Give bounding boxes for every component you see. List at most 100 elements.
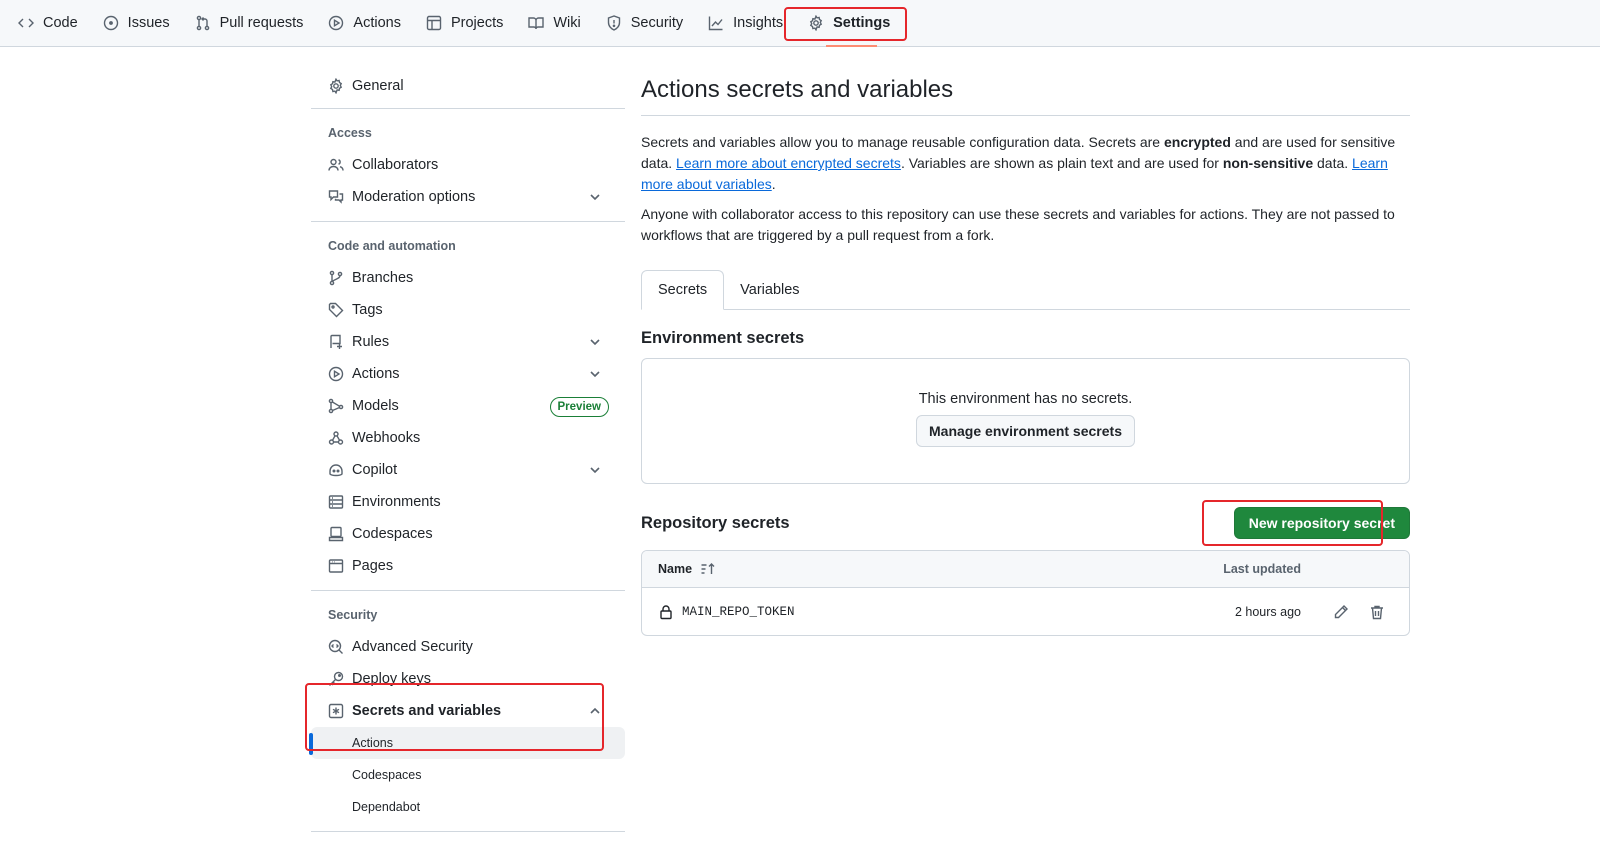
desc-text: . Variables are shown as plain text and … <box>900 155 1223 171</box>
settings-sidebar: General Access Collaborators Moderation … <box>309 68 625 832</box>
sidebar-divider <box>311 831 625 832</box>
tab-code[interactable]: Code <box>14 0 89 47</box>
chevron-down-icon <box>590 467 600 474</box>
sidebar-item-branches[interactable]: Branches <box>311 262 625 294</box>
table-icon <box>426 15 442 31</box>
tag-icon <box>328 302 344 318</box>
sidebar-item-label: Actions <box>352 366 400 382</box>
secret-name-cell: MAIN_REPO_TOKEN <box>658 604 795 620</box>
learn-more-encrypted-secrets-link[interactable]: Learn more about encrypted secrets <box>676 155 901 171</box>
tab-projects[interactable]: Projects <box>422 0 514 47</box>
sidebar-item-general[interactable]: General <box>311 68 625 104</box>
webhook-icon <box>328 431 344 445</box>
tab-actions-label: Actions <box>353 15 401 31</box>
column-name-header[interactable]: Name <box>658 561 716 577</box>
sidebar-item-environments[interactable]: Environments <box>311 486 625 518</box>
tab-actions[interactable]: Actions <box>324 0 412 47</box>
manage-environment-secrets-button[interactable]: Manage environment secrets <box>916 415 1135 447</box>
tab-insights[interactable]: Insights <box>704 0 794 47</box>
sidebar-item-webhooks[interactable]: Webhooks <box>311 422 625 454</box>
sidebar-item-label: Copilot <box>352 462 398 478</box>
no-secrets-message: This environment has no secrets. <box>918 391 1133 407</box>
key-icon <box>329 671 344 686</box>
new-repository-secret-button[interactable]: New repository secret <box>1233 507 1410 539</box>
sort-asc-icon <box>701 563 715 574</box>
sidebar-item-label: Advanced Security <box>352 639 473 655</box>
sidebar-item-label: General <box>352 78 404 94</box>
secret-name: MAIN_REPO_TOKEN <box>682 604 795 619</box>
sidebar-subitem-codespaces[interactable]: Codespaces <box>311 759 625 791</box>
sidebar-heading-security: Security <box>328 608 378 622</box>
tab-variables[interactable]: Variables <box>724 270 815 309</box>
sidebar-heading-access: Access <box>328 126 372 140</box>
sidebar-item-collaborators[interactable]: Collaborators <box>311 149 625 181</box>
column-updated-header: Last updated <box>1223 562 1301 576</box>
tab-pull-requests-label: Pull requests <box>219 15 304 31</box>
sidebar-item-label: Moderation options <box>352 189 476 205</box>
sidebar-item-actions[interactable]: Actions <box>311 358 625 390</box>
sidebar-item-moderation-options[interactable]: Moderation options <box>311 181 625 213</box>
page-description: Secrets and variables allow you to manag… <box>641 132 1410 195</box>
desc-bold-non-sensitive: non-sensitive <box>1222 155 1314 171</box>
repository-secrets-table: Name Last updated MAIN_REPO_TOKEN 2 hour… <box>641 550 1410 636</box>
tab-projects-label: Projects <box>450 15 504 31</box>
sidebar-subitem-label: Actions <box>352 736 393 750</box>
sidebar-divider <box>311 221 625 222</box>
sidebar-item-advanced-security[interactable]: Advanced Security <box>311 631 625 663</box>
collaborator-note: Anyone with collaborator access to this … <box>641 206 1395 243</box>
main-content: Actions secrets and variables Secrets an… <box>641 68 1410 636</box>
sidebar-item-label: Environments <box>352 494 441 510</box>
tab-issues-label: Issues <box>127 15 170 31</box>
chevron-up-icon <box>590 707 600 714</box>
lock-icon <box>660 604 672 619</box>
page-title: Actions secrets and variables <box>641 68 1410 116</box>
edit-secret-button[interactable] <box>1333 604 1349 620</box>
sidebar-item-secrets-and-variables[interactable]: Secrets and variables <box>311 695 625 727</box>
environment-secrets-heading: Environment secrets <box>641 329 805 347</box>
tab-secrets[interactable]: Secrets <box>641 270 725 310</box>
sidebar-subitem-label: Dependabot <box>352 800 421 814</box>
preview-badge: Preview <box>549 397 609 417</box>
table-row: MAIN_REPO_TOKEN 2 hours ago <box>642 588 1409 635</box>
copilot-icon <box>329 464 343 477</box>
sidebar-item-label: Rules <box>352 334 390 350</box>
git-branch-icon <box>329 270 343 286</box>
sidebar-item-label: Codespaces <box>352 526 433 542</box>
secret-updated: 2 hours ago <box>1234 604 1301 619</box>
gear-icon <box>810 15 823 31</box>
tab-wiki-label: Wiki <box>553 15 581 31</box>
tab-pull-requests[interactable]: Pull requests <box>191 0 315 47</box>
chevron-down-icon <box>590 371 600 378</box>
sidebar-item-rules[interactable]: Rules <box>311 326 625 358</box>
sidebar-item-label: Deploy keys <box>352 671 431 687</box>
desc-bold-encrypted: encrypted <box>1163 134 1231 150</box>
tab-settings[interactable]: Settings <box>804 0 901 47</box>
pencil-icon <box>1334 604 1348 618</box>
delete-secret-button[interactable] <box>1369 604 1385 620</box>
tab-issues[interactable]: Issues <box>99 0 181 47</box>
sidebar-item-label: Branches <box>352 270 414 286</box>
sidebar-subitem-label: Codespaces <box>352 768 422 782</box>
sidebar-item-models[interactable]: Models Preview <box>311 390 625 422</box>
sidebar-heading-code-automation: Code and automation <box>328 239 456 253</box>
repository-secrets-header: Repository secrets New repository secret <box>641 506 1410 540</box>
tab-security[interactable]: Security <box>602 0 694 47</box>
sidebar-item-label: Webhooks <box>352 430 421 446</box>
graph-icon <box>708 16 723 31</box>
sidebar-subitem-dependabot[interactable]: Dependabot <box>311 791 625 823</box>
git-pull-request-icon <box>196 15 209 31</box>
book-icon <box>528 17 545 30</box>
sidebar-subitem-actions[interactable]: Actions <box>309 727 625 759</box>
sidebar-item-codespaces[interactable]: Codespaces <box>311 518 625 550</box>
sidebar-item-pages[interactable]: Pages <box>311 550 625 582</box>
repo-push-icon <box>330 334 342 349</box>
ai-model-icon <box>328 398 344 414</box>
trash-icon <box>1371 605 1383 619</box>
sidebar-item-tags[interactable]: Tags <box>311 294 625 326</box>
sidebar-item-deploy-keys[interactable]: Deploy keys <box>311 663 625 695</box>
tab-wiki[interactable]: Wiki <box>524 0 591 47</box>
repo-nav: Code Issues Pull requests Actions Projec… <box>0 0 1600 47</box>
sidebar-item-label: Models <box>352 398 399 414</box>
repository-secrets-heading: Repository secrets <box>641 513 790 532</box>
sidebar-item-copilot[interactable]: Copilot <box>311 454 625 486</box>
